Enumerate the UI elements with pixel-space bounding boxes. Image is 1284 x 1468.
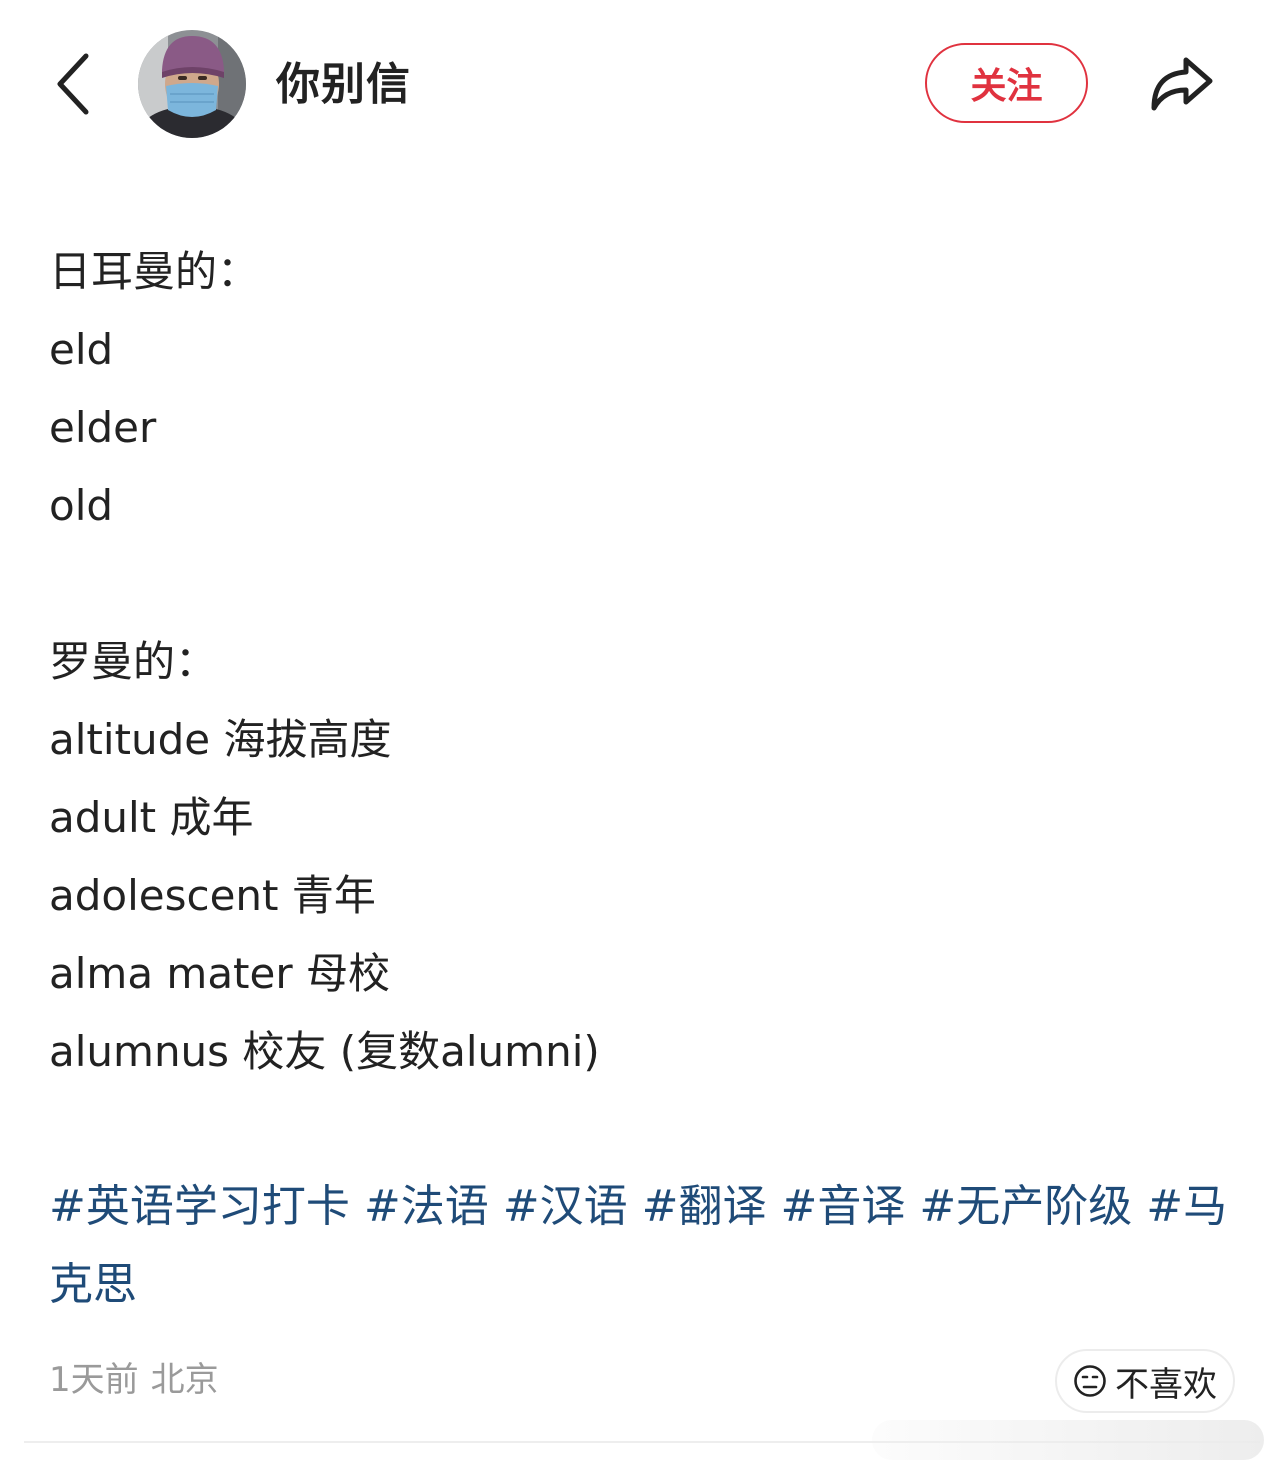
post-time: 1天前 xyxy=(49,1360,139,1400)
chevron-left-icon xyxy=(57,53,89,115)
hashtag-link[interactable]: #汉语 xyxy=(503,1181,628,1232)
hashtag-list: #英语学习打卡 #法语 #汉语 #翻译 #音译 #无产阶级 #马克思 xyxy=(49,1168,1249,1324)
hashtag-link[interactable]: #法语 xyxy=(364,1181,489,1232)
post-line: 日耳曼的： xyxy=(49,247,260,296)
dislike-button[interactable]: 不喜欢 xyxy=(1055,1349,1235,1413)
post-line: adult 成年 xyxy=(49,793,254,842)
post-line: elder xyxy=(49,403,157,452)
post-meta: 1天前 北京 xyxy=(49,1358,219,1402)
post-line: adolescent 青年 xyxy=(49,871,376,920)
post-line: eld xyxy=(49,325,114,374)
post-line: 罗曼的： xyxy=(49,637,218,686)
avatar-image xyxy=(138,30,246,138)
author-name[interactable]: 你别信 xyxy=(276,58,411,112)
hashtag-link[interactable]: #无产阶级 xyxy=(919,1181,1132,1232)
dislike-label: 不喜欢 xyxy=(1115,1364,1217,1405)
bottom-action-bar-peek xyxy=(872,1420,1264,1460)
post-line: alumnus 校友 (复数alumni) xyxy=(49,1027,600,1076)
share-button[interactable] xyxy=(1140,48,1222,120)
follow-button[interactable]: 关注 xyxy=(925,43,1088,123)
avatar[interactable] xyxy=(138,30,246,138)
post-location: 北京 xyxy=(150,1360,219,1400)
post-line: old xyxy=(49,481,114,530)
share-arrow-icon xyxy=(1151,57,1213,111)
hashtag-link[interactable]: #翻译 xyxy=(642,1181,767,1232)
post-line: alma mater 母校 xyxy=(49,949,390,998)
hashtag-link[interactable]: #英语学习打卡 xyxy=(49,1181,350,1232)
top-bar: 你别信 关注 xyxy=(0,0,1284,170)
frown-face-icon xyxy=(1074,1365,1106,1397)
back-button[interactable] xyxy=(46,48,102,120)
hashtag-link[interactable]: #音译 xyxy=(781,1181,906,1232)
post-text: 日耳曼的： eld elder old 罗曼的： altitude 海拔高度 a… xyxy=(49,233,1239,1091)
post-line: altitude 海拔高度 xyxy=(49,715,392,764)
